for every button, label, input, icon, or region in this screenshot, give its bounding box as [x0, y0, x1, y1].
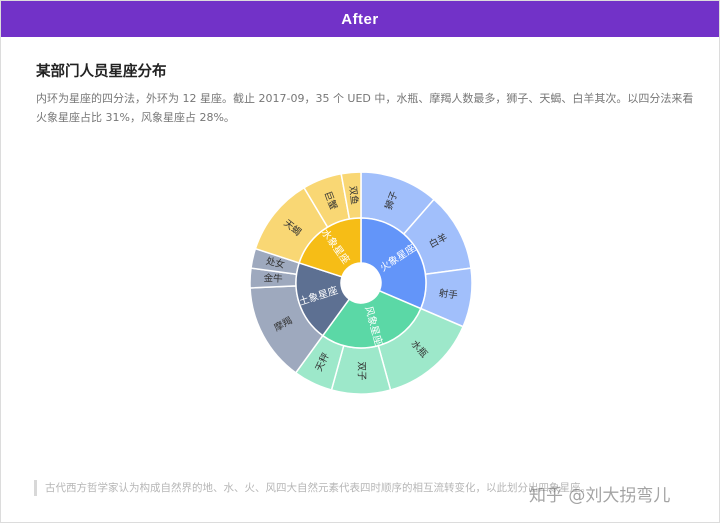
- card-frame: After 某部门人员星座分布 内环为星座的四分法，外环为 12 星座。截止 2…: [0, 0, 720, 523]
- outer-label-4: 双子: [356, 361, 367, 381]
- outer-label-7: 金牛: [263, 272, 283, 285]
- watermark: 知乎 @刘大拐弯儿: [529, 486, 671, 506]
- footnote: 古代西方哲学家认为构成自然界的地、水、火、风四大自然元素代表四时顺序的相互流转变…: [34, 480, 591, 496]
- outer-label-11: 双鱼: [347, 185, 361, 205]
- sunburst-chart: 狮子白羊射手水瓶双子天秤摩羯金牛处女天蝎巨蟹 双鱼火象星座风象星座土象星座水象星座: [249, 171, 473, 395]
